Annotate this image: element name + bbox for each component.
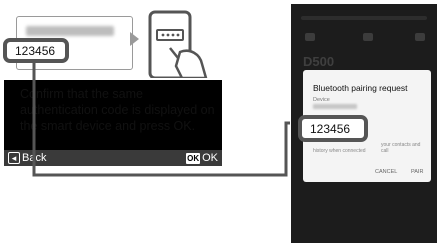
phone-toolbar	[299, 30, 429, 44]
camera-passkey-callout: 123456	[3, 38, 69, 63]
phone-passkey: 123456	[310, 121, 351, 136]
speech-bubble-tail	[130, 32, 139, 46]
history-hint: history when connected	[313, 148, 366, 154]
phone-status-bar	[301, 16, 427, 20]
connector-line	[32, 61, 290, 177]
phone-camera-name: D500	[303, 54, 335, 69]
device-label: Device	[313, 97, 330, 103]
dialog-title: Bluetooth pairing request	[313, 83, 408, 93]
phone-toolbar-icon	[305, 33, 315, 41]
camera-passkey: 123456	[15, 43, 56, 58]
phone-toolbar-icon	[415, 33, 425, 41]
contacts-hint: your contacts and call	[381, 142, 421, 154]
device-name	[313, 104, 357, 109]
multi-selector-icon: ◂	[8, 152, 20, 164]
cancel-button[interactable]: CANCEL	[375, 169, 397, 175]
phone-toolbar-icon	[363, 33, 373, 41]
phone-passkey-callout: 123456	[298, 115, 368, 142]
camera-dimmed-text	[26, 26, 114, 36]
pair-button[interactable]: PAIR	[411, 169, 423, 175]
